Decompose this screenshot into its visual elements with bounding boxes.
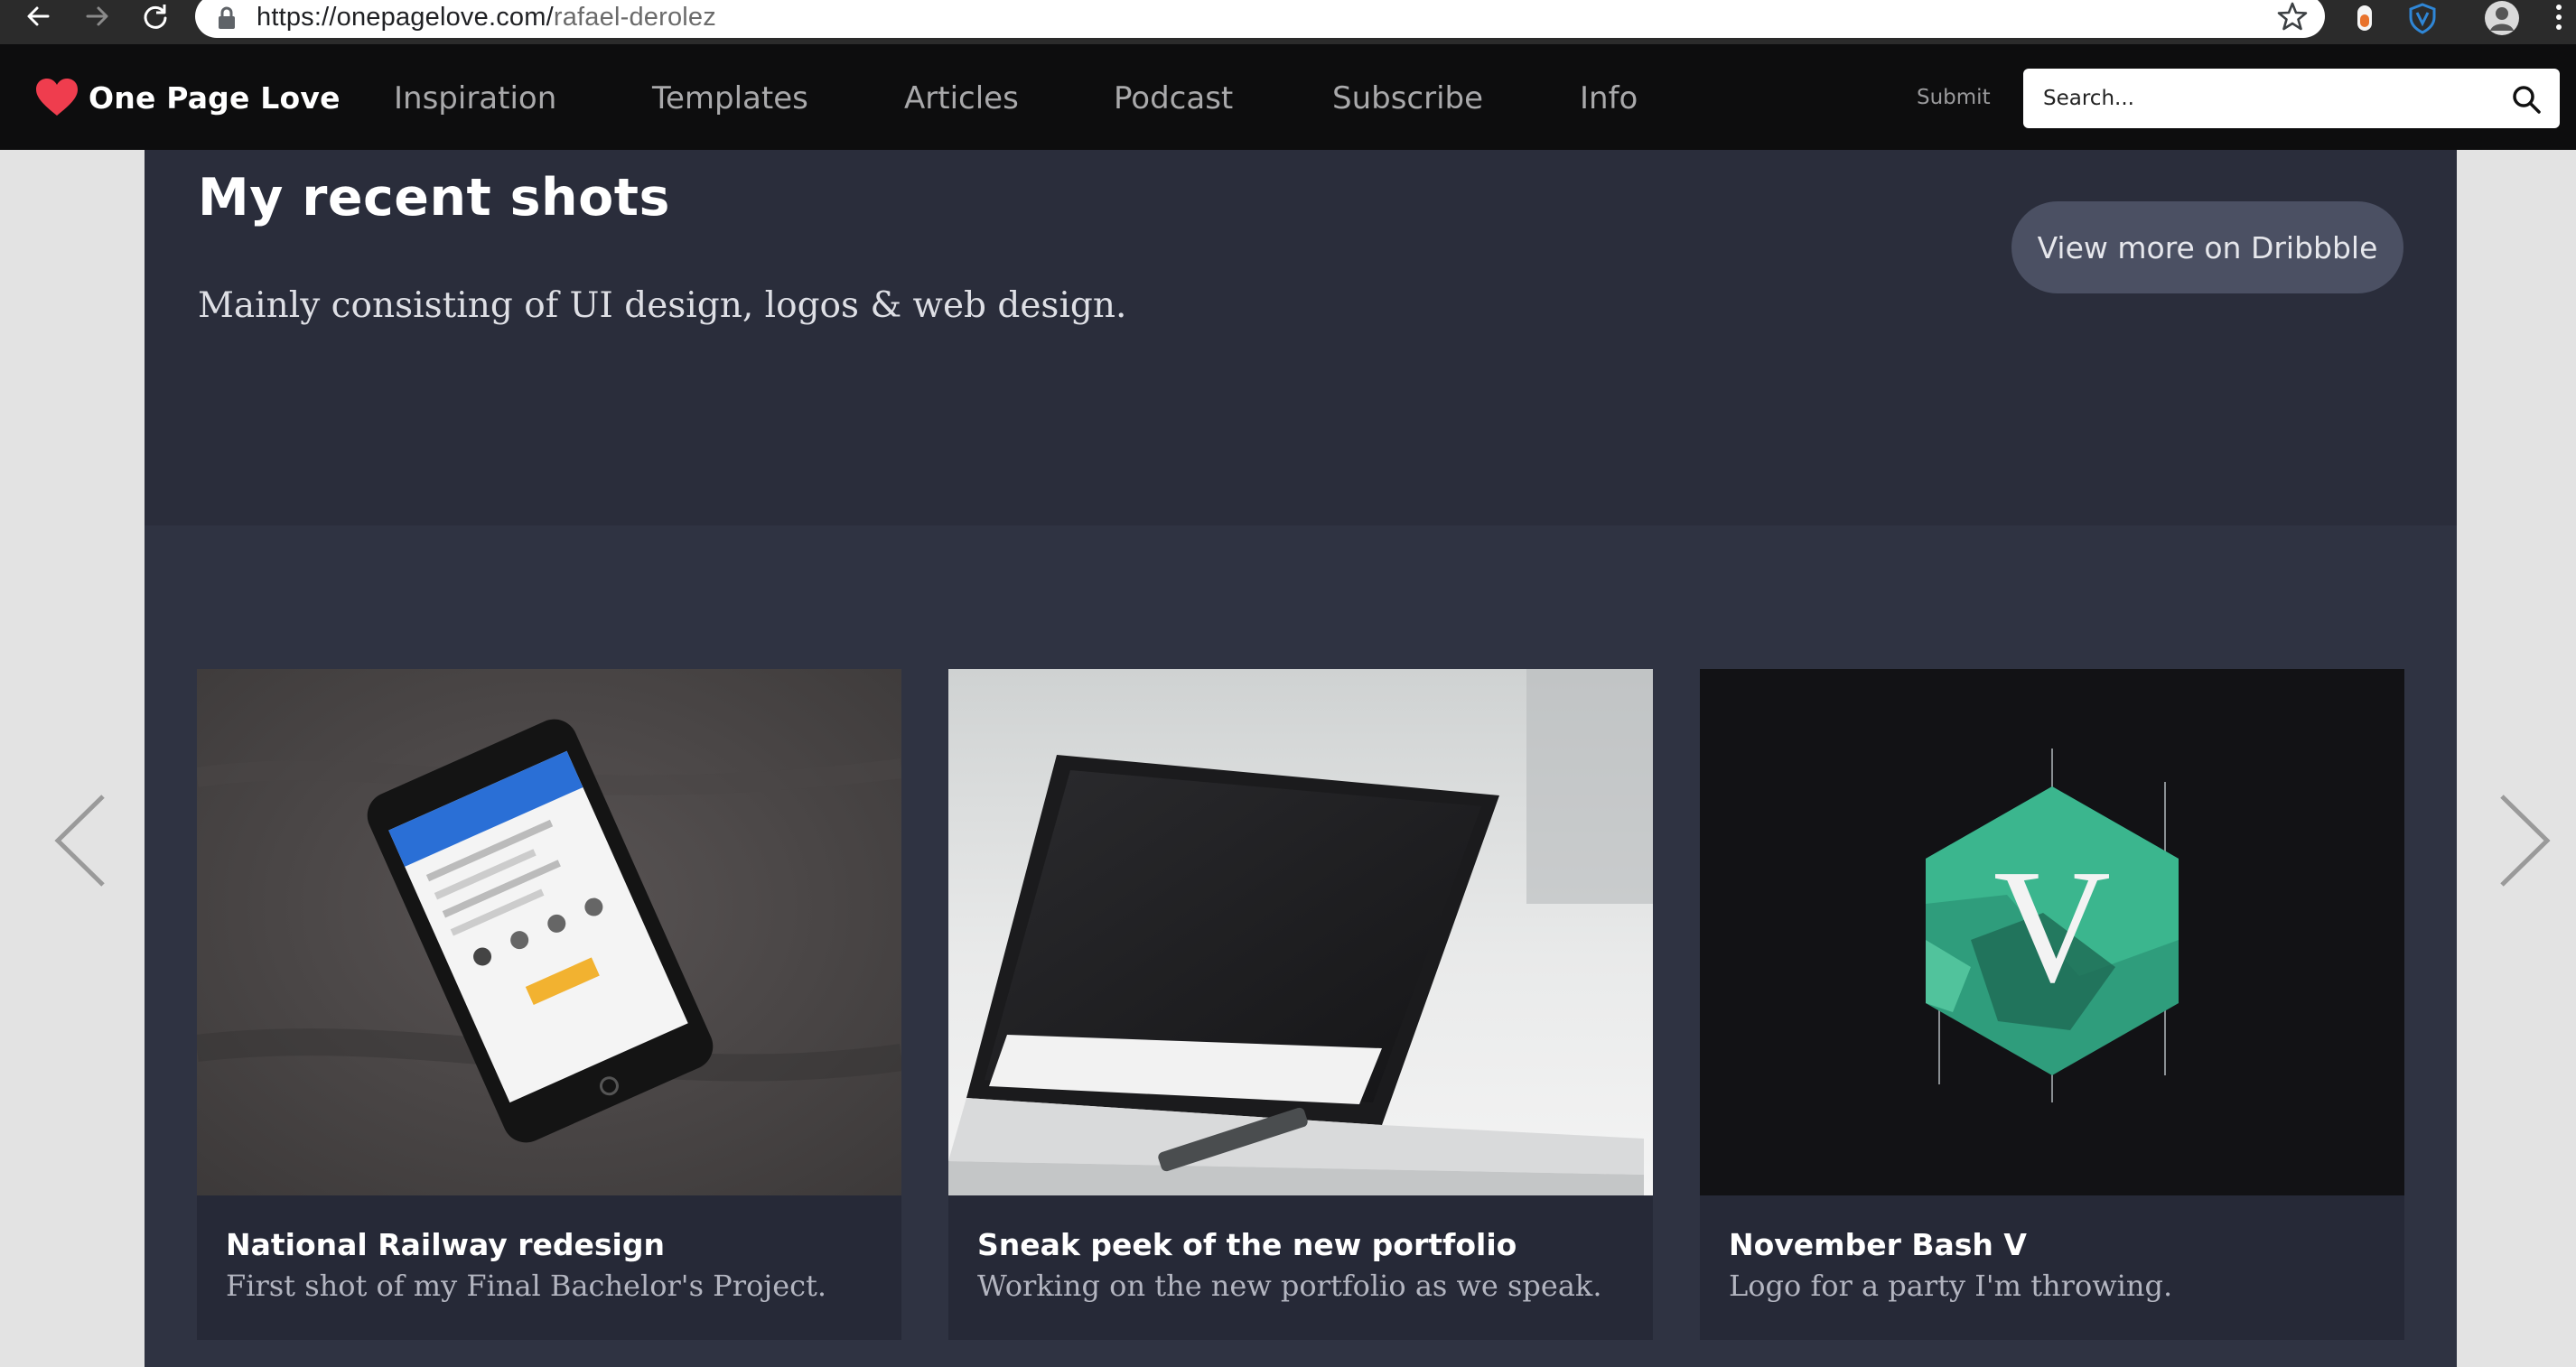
shot-image-november-bash: V — [1700, 669, 2404, 1195]
chevron-right-icon — [2500, 795, 2551, 887]
brand-logo[interactable]: One Page Love — [34, 78, 341, 117]
nav-item-podcast[interactable]: Podcast — [1114, 80, 1233, 116]
shot-title: November Bash V — [1729, 1227, 2027, 1262]
laptop-mockup-illustration — [948, 669, 1653, 1195]
shot-card-november-bash[interactable]: V November Bash V Logo for a party I'm t… — [1700, 669, 2404, 1340]
bookmark-star-icon[interactable] — [2276, 0, 2309, 33]
section-subtitle: Mainly consisting of UI design, logos & … — [198, 285, 1127, 326]
shot-description: First shot of my Final Bachelor's Projec… — [226, 1269, 827, 1303]
search-icon[interactable] — [2511, 84, 2542, 115]
carousel-prev-button[interactable] — [49, 791, 112, 890]
address-bar[interactable]: https://onepagelove.com/rafael-derolez — [195, 0, 2325, 38]
site-header: One Page Love Inspiration Templates Arti… — [0, 44, 2576, 150]
lock-icon — [219, 6, 235, 29]
shot-title: Sneak peek of the new portfolio — [977, 1227, 1517, 1262]
nav-item-inspiration[interactable]: Inspiration — [394, 80, 556, 116]
phone-mockup-illustration — [197, 669, 901, 1195]
hexagon-v-logo-illustration: V — [1700, 669, 2404, 1195]
profile-avatar-icon[interactable] — [2484, 1, 2520, 35]
carousel-next-button[interactable] — [2493, 791, 2556, 890]
shot-image-railway — [197, 669, 901, 1195]
forward-arrow-icon[interactable] — [78, 0, 117, 33]
heart-logo-icon — [36, 79, 78, 116]
submit-link[interactable]: Submit — [1917, 86, 1991, 109]
url-path: rafael-derolez — [553, 2, 716, 32]
nav-item-articles[interactable]: Articles — [904, 80, 1019, 116]
svg-text:V: V — [1993, 836, 2111, 1016]
menu-dots-icon[interactable] — [2553, 2, 2565, 34]
shot-card-railway[interactable]: National Railway redesign First shot of … — [197, 669, 901, 1340]
nav-item-info[interactable]: Info — [1580, 80, 1638, 116]
shot-description: Working on the new portfolio as we speak… — [977, 1269, 1602, 1303]
reload-icon[interactable] — [135, 0, 175, 33]
back-arrow-icon[interactable] — [18, 0, 58, 33]
search-box — [2023, 69, 2560, 128]
search-input[interactable] — [2043, 71, 2495, 126]
url-text: https://onepagelove.com/rafael-derolez — [257, 3, 716, 33]
nav-item-templates[interactable]: Templates — [652, 80, 808, 116]
brand-name: One Page Love — [89, 79, 341, 116]
url-host: https://onepagelove.com/ — [257, 2, 554, 32]
browser-toolbar: https://onepagelove.com/rafael-derolez — [0, 0, 2576, 44]
view-more-dribbble-button[interactable]: View more on Dribbble — [2011, 201, 2403, 293]
shot-title: National Railway redesign — [226, 1227, 665, 1262]
nav-item-subscribe[interactable]: Subscribe — [1332, 80, 1483, 116]
shot-description: Logo for a party I'm throwing. — [1729, 1269, 2173, 1303]
chevron-left-icon — [54, 795, 105, 887]
shot-image-portfolio — [948, 669, 1653, 1195]
shield-extension-icon[interactable] — [2406, 2, 2439, 34]
section-title: My recent shots — [198, 168, 670, 228]
extension-icon[interactable] — [2351, 2, 2378, 34]
shot-card-portfolio[interactable]: Sneak peek of the new portfolio Working … — [948, 669, 1653, 1340]
recent-shots-intro: My recent shots Mainly consisting of UI … — [145, 150, 2457, 525]
